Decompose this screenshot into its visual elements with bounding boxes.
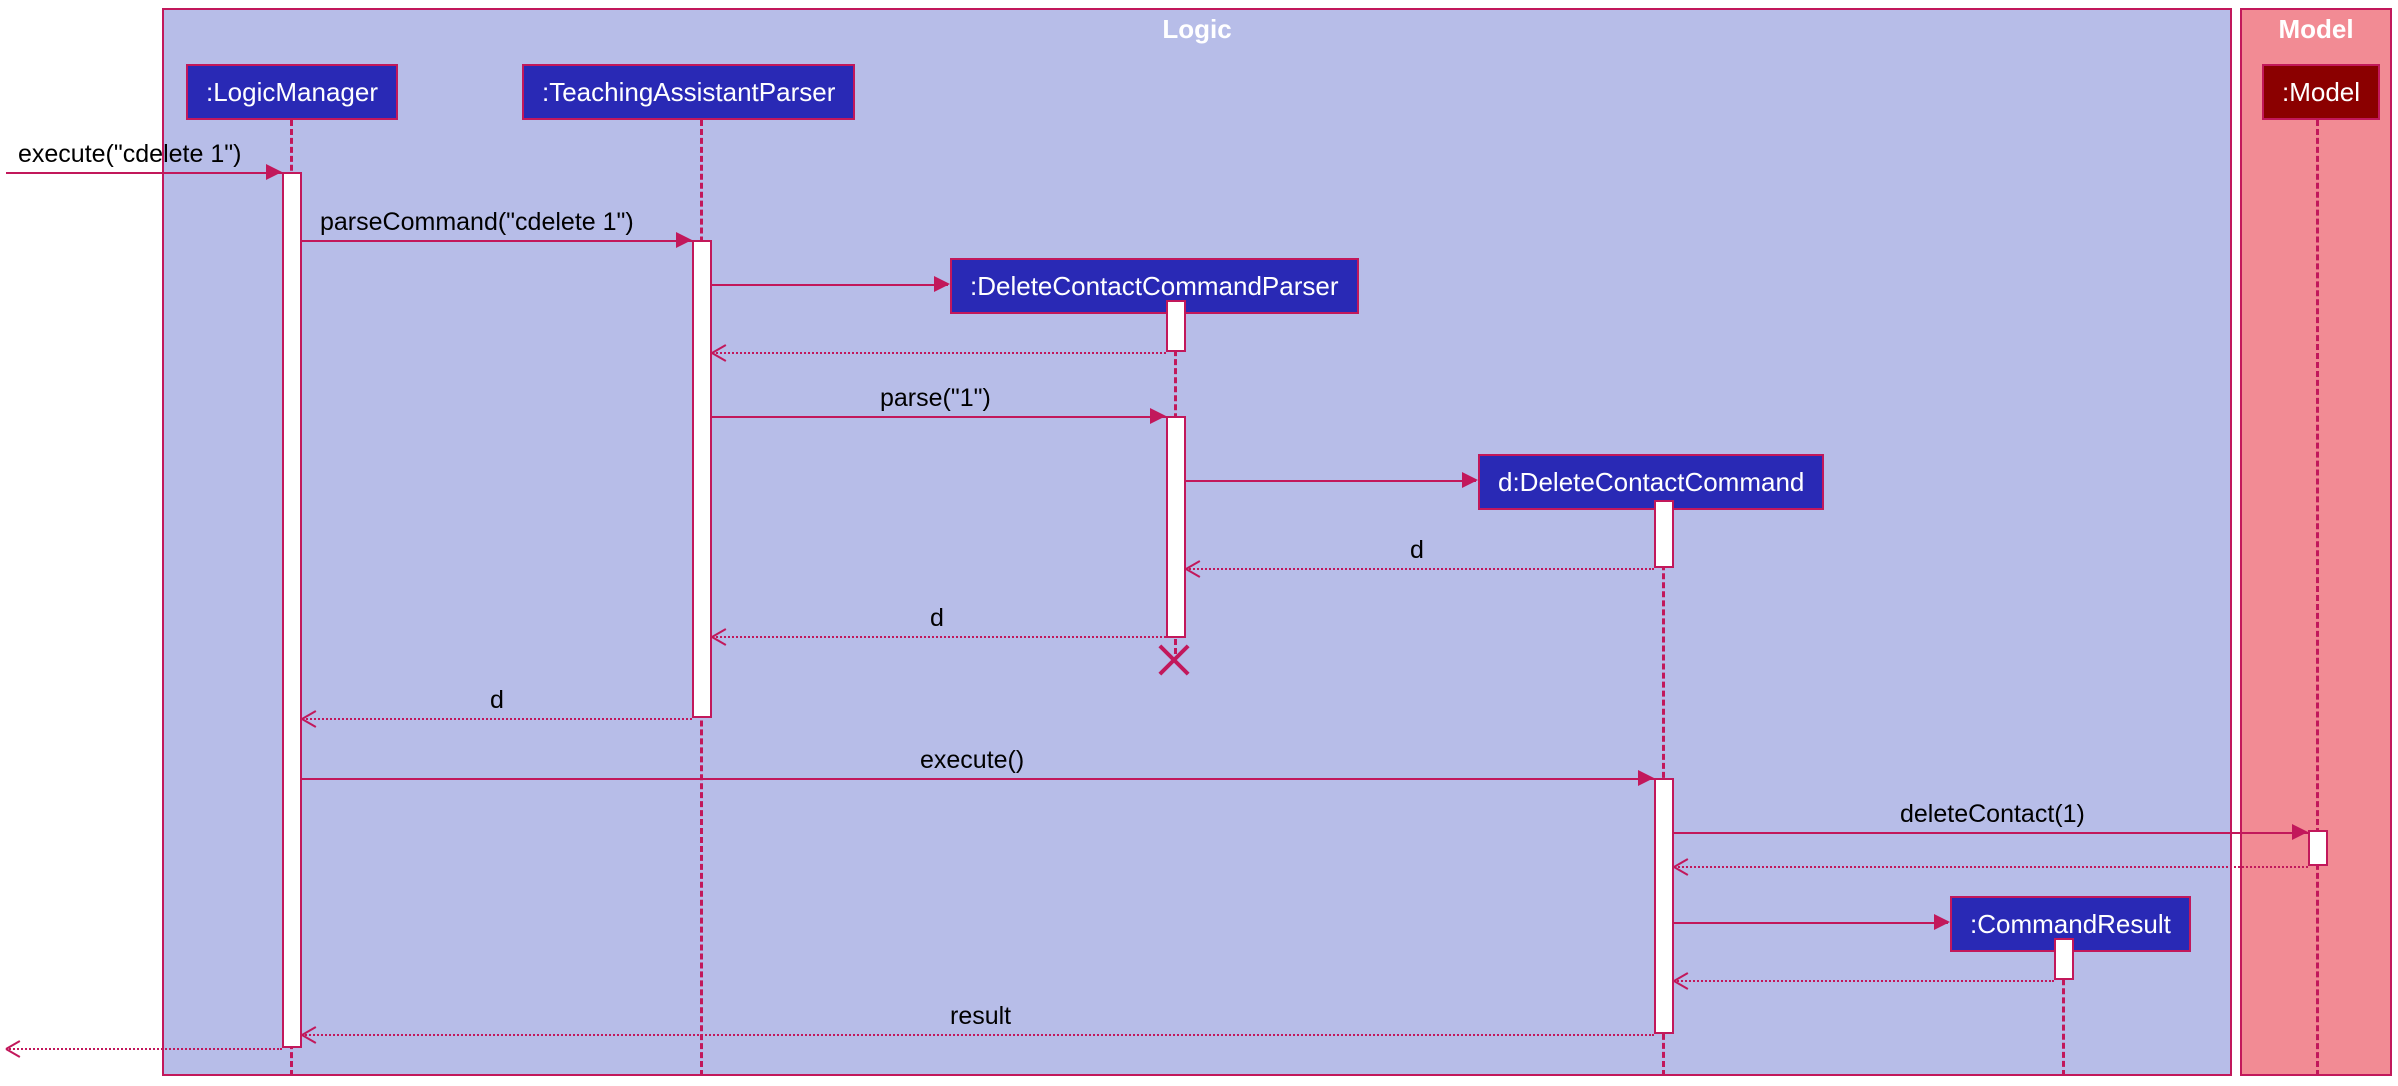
- msg-return-commandresult-arrow: [1674, 972, 1690, 988]
- msg-parsecommand-arrow: [676, 232, 692, 248]
- msg-result-arrow: [302, 1026, 318, 1042]
- msg-parsecommand-label: parseCommand("cdelete 1"): [320, 208, 634, 237]
- msg-parse-line: [712, 416, 1166, 418]
- model-activation: [2308, 830, 2328, 866]
- logic-region: Logic: [162, 8, 2232, 1076]
- msg-result-line: [302, 1034, 1654, 1036]
- logic-region-title: Logic: [1162, 14, 1231, 45]
- msg-create-commandresult-arrow: [1934, 914, 1950, 930]
- msg-return-commandresult-line: [1674, 980, 2054, 982]
- msg-deletecontact-arrow: [2292, 824, 2308, 840]
- dcc-parser-activation-1: [1166, 300, 1186, 352]
- msg-d2-arrow: [712, 628, 728, 644]
- delete-contact-command-parser-box: :DeleteContactCommandParser: [950, 258, 1359, 314]
- teaching-assistant-parser-box: :TeachingAssistantParser: [522, 64, 855, 120]
- msg-execute2-label: execute(): [920, 746, 1024, 775]
- msg-d1-line: [1186, 568, 1654, 570]
- msg-d2-line: [712, 636, 1166, 638]
- msg-execute1-arrow: [266, 164, 282, 180]
- msg-final-return-line: [6, 1048, 282, 1050]
- msg-parse-label: parse("1"): [880, 384, 991, 413]
- logic-manager-box: :LogicManager: [186, 64, 398, 120]
- parser-activation: [692, 240, 712, 718]
- msg-deletecontact-label: deleteContact(1): [1900, 800, 2085, 829]
- msg-parse-arrow: [1150, 408, 1166, 424]
- logic-manager-activation: [282, 172, 302, 1048]
- model-region-title: Model: [2278, 14, 2353, 45]
- sequence-diagram: Logic Model :LogicManager :TeachingAssis…: [0, 0, 2398, 1086]
- delete-contact-command-box: d:DeleteContactCommand: [1478, 454, 1824, 510]
- dcc-parser-destroy-icon: [1154, 638, 1194, 678]
- msg-deletecontact-line: [1674, 832, 2308, 834]
- model-box: :Model: [2262, 64, 2380, 120]
- msg-d1-arrow: [1186, 560, 1202, 576]
- msg-d2-label: d: [930, 604, 944, 633]
- msg-final-return-arrow: [6, 1040, 22, 1056]
- msg-execute2-line: [302, 778, 1654, 780]
- msg-return-dccparser-line: [712, 352, 1166, 354]
- msg-create-commandresult-line: [1674, 922, 1948, 924]
- msg-create-dcc-arrow: [1462, 472, 1478, 488]
- model-lifeline: [2316, 120, 2319, 1076]
- dcc-activation-1: [1654, 500, 1674, 568]
- msg-d3-line: [302, 718, 692, 720]
- msg-parsecommand-line: [302, 240, 692, 242]
- msg-execute2-arrow: [1638, 770, 1654, 786]
- command-result-activation: [2054, 938, 2074, 980]
- msg-create-dccparser-line: [712, 284, 948, 286]
- msg-create-dccparser-arrow: [934, 276, 950, 292]
- msg-return-deletecontact-arrow: [1674, 858, 1690, 874]
- msg-d1-label: d: [1410, 536, 1424, 565]
- dcc-activation-2: [1654, 778, 1674, 1034]
- msg-execute1-label: execute("cdelete 1"): [18, 140, 241, 169]
- msg-d3-label: d: [490, 686, 504, 715]
- msg-return-dccparser-arrow: [712, 344, 728, 360]
- msg-create-dcc-line: [1186, 480, 1476, 482]
- msg-result-label: result: [950, 1002, 1011, 1031]
- msg-execute1-line: [6, 172, 282, 174]
- msg-d3-arrow: [302, 710, 318, 726]
- msg-return-deletecontact-line: [1674, 866, 2308, 868]
- dcc-parser-activation-2: [1166, 416, 1186, 638]
